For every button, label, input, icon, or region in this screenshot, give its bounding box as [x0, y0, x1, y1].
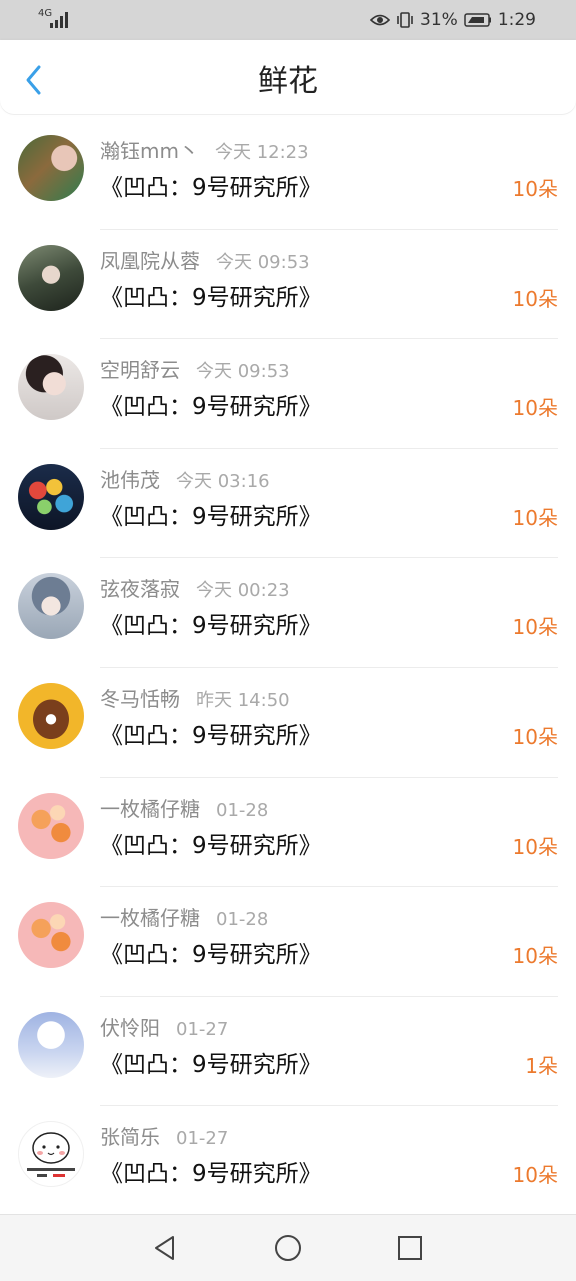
list-item[interactable]: 池伟茂 今天 03:16 《凹凸：9号研究所》 10朵 [0, 449, 576, 559]
gift-time: 今天 12:23 [214, 142, 309, 163]
user-name[interactable]: 一枚橘仔糖 [100, 906, 200, 930]
flower-count: 10朵 [512, 834, 558, 859]
avatar[interactable] [18, 354, 84, 421]
gift-time: 今天 00:23 [196, 580, 290, 602]
gift-time: 今天 09:53 [196, 361, 290, 383]
page-title: 鲜花 [258, 64, 318, 99]
book-title[interactable]: 《凹凸：9号研究所》 [100, 501, 322, 533]
list-item[interactable]: 冬马恬畅 昨天 14:50 《凹凸：9号研究所》 10朵 [0, 668, 576, 778]
user-name[interactable]: 张简乐 [100, 1125, 160, 1149]
flower-gift-list: 瀚钰mm丶 今天 12:23 《凹凸：9号研究所》 10朵 凤凰院从蓉 今天 09:… [0, 120, 576, 1216]
user-name[interactable]: 伏怜阳 [100, 1016, 160, 1040]
avatar[interactable] [18, 1121, 84, 1188]
flower-count: 10朵 [512, 724, 558, 749]
list-item[interactable]: 伏怜阳 01-27 《凹凸：9号研究所》 1朵 [0, 997, 576, 1107]
gift-time: 01-27 [176, 1018, 229, 1040]
nav-recents-button[interactable] [393, 1231, 427, 1265]
avatar[interactable] [18, 135, 84, 201]
vibrate-icon [397, 12, 413, 28]
gift-time: 01-28 [216, 909, 269, 931]
flower-count: 10朵 [512, 505, 558, 530]
book-title[interactable]: 《凹凸：9号研究所》 [100, 172, 322, 204]
gift-time: 01-28 [216, 799, 269, 821]
book-title[interactable]: 《凹凸：9号研究所》 [100, 1049, 322, 1081]
system-nav-bar [0, 1214, 576, 1281]
gift-time: 昨天 14:50 [196, 689, 290, 711]
book-title[interactable]: 《凹凸：9号研究所》 [100, 939, 322, 971]
flower-count: 10朵 [512, 177, 558, 201]
flower-count: 10朵 [512, 615, 558, 640]
avatar[interactable] [18, 573, 84, 640]
avatar[interactable] [18, 244, 84, 311]
battery-icon [464, 13, 491, 27]
user-name[interactable]: 凤凰院从蓉 [100, 249, 200, 273]
header: 鲜花 [0, 40, 576, 114]
avatar[interactable] [18, 682, 84, 749]
list-item[interactable]: 弦夜落寂 今天 00:23 《凹凸：9号研究所》 10朵 [0, 558, 576, 668]
book-title[interactable]: 《凹凸：9号研究所》 [100, 720, 322, 752]
circle-home-icon [275, 1235, 301, 1261]
user-name[interactable]: 空明舒云 [100, 358, 180, 382]
gift-time: 今天 03:16 [176, 470, 270, 492]
avatar[interactable] [18, 463, 84, 530]
gift-time: 今天 09:53 [216, 251, 310, 273]
triangle-back-icon [155, 1236, 174, 1260]
flower-count: 10朵 [512, 286, 558, 311]
avatar[interactable] [18, 1011, 84, 1078]
clock: 1:29 [497, 10, 536, 30]
list-item[interactable]: 瀚钰mm丶 今天 12:23 《凹凸：9号研究所》 10朵 [0, 120, 576, 230]
flower-count: 10朵 [512, 944, 558, 969]
battery-percent: 31% [420, 10, 458, 30]
nav-home-button[interactable] [271, 1231, 305, 1265]
signal-icon [50, 12, 68, 28]
gift-time: 01-27 [176, 1128, 229, 1150]
flower-count: 10朵 [512, 1163, 558, 1188]
book-title[interactable]: 《凹凸：9号研究所》 [100, 830, 322, 862]
square-recents-icon [398, 1236, 422, 1260]
user-name[interactable]: 一枚橘仔糖 [100, 797, 200, 821]
book-title[interactable]: 《凹凸：9号研究所》 [100, 610, 322, 642]
flower-count: 10朵 [512, 396, 558, 421]
list-item[interactable]: 一枚橘仔糖 01-28 《凹凸：9号研究所》 10朵 [0, 778, 576, 888]
list-item[interactable]: 空明舒云 今天 09:53 《凹凸：9号研究所》 10朵 [0, 339, 576, 449]
status-bar: 4G 31% 1:29 [0, 0, 576, 40]
nav-back-button[interactable] [148, 1231, 182, 1265]
avatar[interactable] [18, 902, 84, 969]
book-title[interactable]: 《凹凸：9号研究所》 [100, 282, 322, 314]
flower-count: 1朵 [525, 1053, 558, 1078]
eye-icon [370, 14, 391, 26]
avatar[interactable] [18, 792, 84, 859]
book-title[interactable]: 《凹凸：9号研究所》 [100, 1158, 322, 1190]
list-item[interactable]: 凤凰院从蓉 今天 09:53 《凹凸：9号研究所》 10朵 [0, 230, 576, 340]
book-title[interactable]: 《凹凸：9号研究所》 [100, 391, 322, 423]
list-item[interactable]: 一枚橘仔糖 01-28 《凹凸：9号研究所》 10朵 [0, 887, 576, 997]
user-name[interactable]: 瀚钰mm丶 [100, 139, 199, 163]
sticker-face-icon [27, 1132, 75, 1178]
list-item[interactable]: 张简乐 01-27 《凹凸：9号研究所》 10朵 [0, 1106, 576, 1216]
user-name[interactable]: 池伟茂 [100, 468, 160, 492]
user-name[interactable]: 冬马恬畅 [100, 687, 180, 711]
user-name[interactable]: 弦夜落寂 [100, 577, 180, 601]
